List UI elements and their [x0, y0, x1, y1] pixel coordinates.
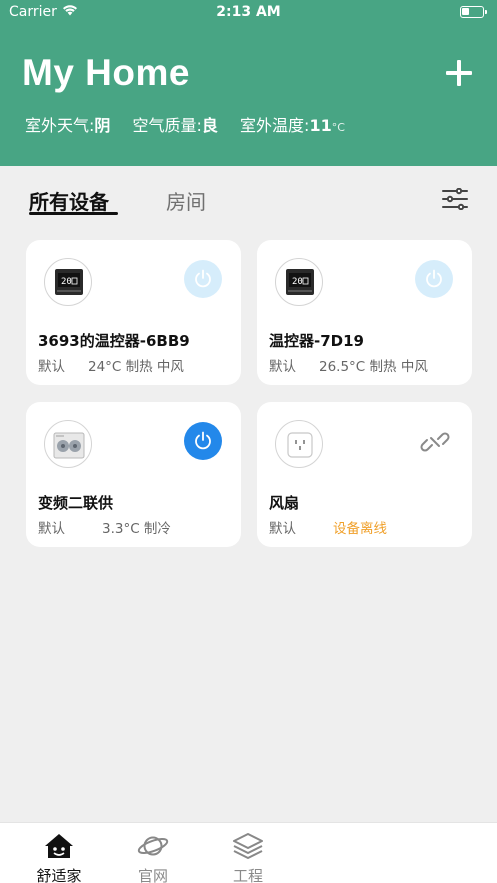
device-info: 默认 设备离线	[269, 517, 387, 537]
status-bar: Carrier 2:13 AM	[0, 0, 497, 26]
layers-icon	[233, 833, 263, 859]
device-card-heat-pump[interactable]: 变频二联供 默认 3.3°C 制冷	[26, 402, 241, 547]
filter-settings-icon[interactable]	[442, 188, 468, 210]
device-name: 温控器-7D19	[269, 332, 364, 350]
tab-rooms[interactable]: 房间	[166, 186, 206, 215]
device-info: 默认 26.5°C 制热 中风	[269, 355, 428, 375]
device-tabs: 所有设备 房间	[0, 166, 497, 226]
svg-text:20: 20	[61, 277, 72, 287]
tabbar-item-engineering[interactable]: 工程	[198, 823, 298, 883]
home-icon	[45, 834, 73, 858]
device-room: 默认	[269, 521, 296, 537]
device-card-fan[interactable]: 风扇 默认 设备离线	[257, 402, 472, 547]
temperature-value: 11	[309, 116, 332, 135]
heat-pump-image	[44, 420, 92, 468]
device-card-thermostat-7d19[interactable]: 20 温控器-7D19 默认 26.5°C 制热 中风	[257, 240, 472, 385]
temperature-unit: °C	[331, 121, 345, 134]
device-room: 默认	[38, 359, 65, 375]
temperature-item: 室外温度:11°C	[240, 112, 345, 136]
weather-row: 室外天气:阴 空气质量:良 室外温度:11°C	[25, 112, 362, 136]
tabbar-label: 工程	[232, 867, 263, 883]
tabbar-label: 舒适家	[36, 867, 82, 883]
planet-icon	[137, 836, 169, 856]
device-status: 24°C 制热 中风	[88, 359, 184, 375]
temperature-label: 室外温度:	[240, 116, 310, 135]
air-quality-value: 良	[201, 116, 218, 135]
bottom-tab-bar: 舒适家 官网 工程	[0, 822, 497, 883]
battery-icon	[460, 6, 487, 18]
tabbar-item-official[interactable]: 官网	[103, 823, 203, 883]
weather-value: 阴	[94, 116, 111, 135]
device-info: 默认 24°C 制热 中风	[38, 355, 184, 375]
device-status: 26.5°C 制热 中风	[319, 359, 428, 375]
thermostat-image: 20	[44, 258, 92, 306]
device-room: 默认	[38, 521, 65, 537]
power-button[interactable]	[184, 422, 222, 460]
add-device-button[interactable]	[444, 58, 474, 88]
device-card-thermostat-6bb9[interactable]: 20 3693的温控器-6BB9 默认 24°C 制热 中风	[26, 240, 241, 385]
weather-item: 室外天气:阴	[25, 112, 110, 136]
tabbar-label: 官网	[137, 867, 168, 883]
device-info: 默认 3.3°C 制冷	[38, 517, 171, 537]
device-room: 默认	[269, 359, 296, 375]
tab-active-indicator	[29, 212, 118, 215]
power-button[interactable]	[415, 260, 453, 298]
tabbar-item-home[interactable]: 舒适家	[9, 823, 109, 883]
power-button[interactable]	[184, 260, 222, 298]
power-icon	[426, 269, 442, 288]
device-name: 风扇	[269, 494, 300, 512]
device-name: 变频二联供	[38, 494, 114, 512]
air-quality-item: 空气质量:良	[133, 112, 218, 136]
page-title: My Home	[22, 52, 190, 93]
power-icon	[195, 431, 211, 450]
tab-all-devices[interactable]: 所有设备	[29, 186, 109, 215]
smart-plug-image	[275, 420, 323, 468]
device-name: 3693的温控器-6BB9	[38, 332, 190, 350]
status-time: 2:13 AM	[216, 4, 281, 20]
power-icon	[195, 269, 211, 288]
device-status: 3.3°C 制冷	[102, 521, 171, 537]
svg-text:20: 20	[292, 277, 303, 287]
broken-link-icon	[420, 432, 450, 452]
weather-label: 室外天气:	[25, 116, 95, 135]
thermostat-image: 20	[275, 258, 323, 306]
air-quality-label: 空气质量:	[132, 116, 202, 135]
device-offline-status: 设备离线	[333, 521, 387, 537]
header: Carrier 2:13 AM My Home 室外天气:阴 空气质量:良 室外…	[0, 0, 497, 166]
